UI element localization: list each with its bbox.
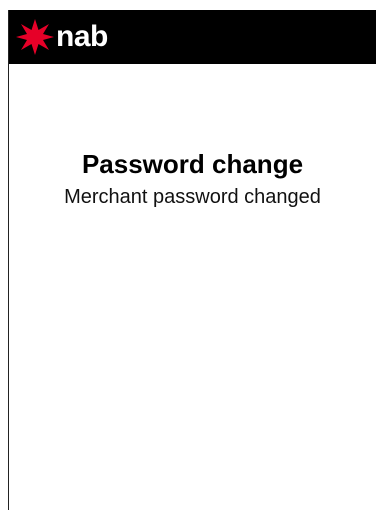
page-title: Password change	[81, 149, 304, 179]
message-panel: Password change Merchant password change…	[9, 150, 376, 209]
terminal-screen: nab Password change Merchant password ch…	[8, 10, 376, 510]
header-bar: nab	[9, 10, 376, 64]
star-icon	[15, 17, 55, 57]
nab-logo: nab	[15, 17, 108, 57]
status-message: Merchant password changed	[64, 185, 321, 208]
brand-text: nab	[56, 20, 108, 53]
